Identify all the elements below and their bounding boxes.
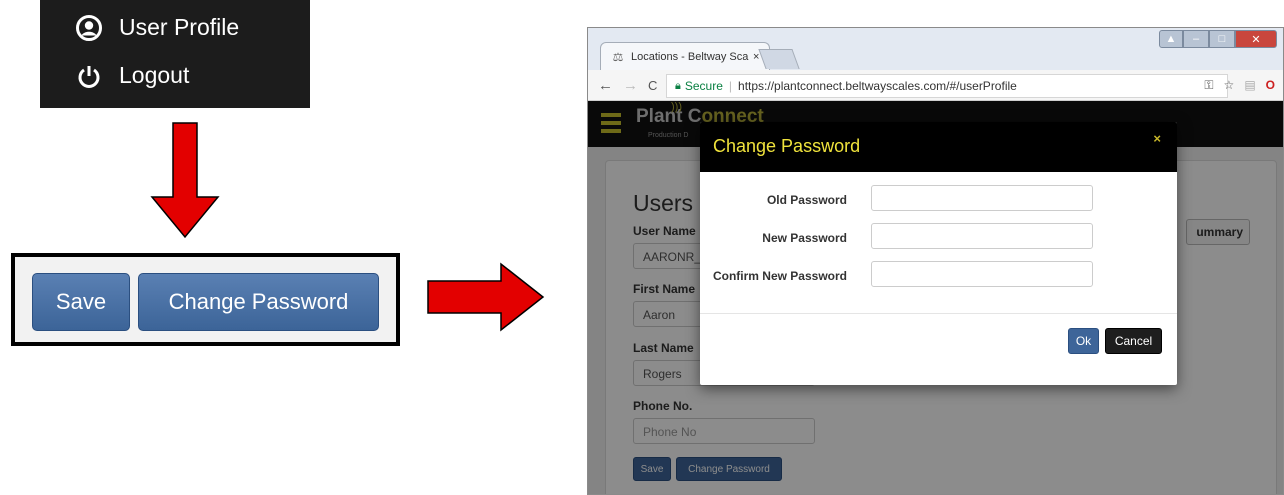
change-password-modal: Change Password × Old Password New Passw… <box>700 122 1177 385</box>
modal-divider <box>700 313 1177 314</box>
back-icon[interactable]: ← <box>598 77 613 94</box>
extension-icon[interactable]: ▤ <box>1244 78 1255 93</box>
maximize-icon[interactable]: □ <box>1209 30 1235 48</box>
browser-window: ⚖ Locations - Beltway Scale × ▲ ‒ □ ✕ ← … <box>587 27 1284 495</box>
key-icon[interactable]: ⚿ <box>1204 78 1213 93</box>
profile-icon[interactable]: ▲ <box>1159 30 1183 48</box>
window-controls: ▲ ‒ □ ✕ <box>1159 30 1277 48</box>
url-input[interactable]: 🔒︎ Secure | https://plantconnect.beltway… <box>666 74 1228 98</box>
user-profile-menu-item[interactable]: User Profile <box>76 14 239 41</box>
new-password-label: New Password <box>762 231 847 245</box>
star-icon[interactable]: ☆ <box>1224 78 1235 93</box>
user-circle-icon <box>76 14 102 41</box>
down-arrow-icon <box>150 122 220 239</box>
logout-label: Logout <box>119 62 190 88</box>
new-password-input[interactable] <box>871 223 1093 249</box>
confirm-password-label: Confirm New Password <box>712 269 847 283</box>
ok-button[interactable]: Ok <box>1068 328 1099 354</box>
modal-header: Change Password × <box>700 122 1177 172</box>
change-password-button[interactable]: Change Password <box>138 273 379 331</box>
modal-close-icon[interactable]: × <box>1153 131 1161 146</box>
save-button[interactable]: Save <box>32 273 130 331</box>
old-password-input[interactable] <box>871 185 1093 211</box>
user-profile-label: User Profile <box>119 14 240 40</box>
user-menu-crop: User Profile Logout <box>40 0 310 108</box>
address-bar: ← → C 🔒︎ Secure | https://plantconnect.b… <box>588 70 1283 101</box>
close-icon[interactable]: ✕ <box>1235 30 1277 48</box>
forward-icon[interactable]: → <box>623 77 638 94</box>
right-arrow-icon <box>427 262 545 332</box>
url-text: https://plantconnect.beltwayscales.com/#… <box>738 79 1017 93</box>
power-icon <box>76 63 102 89</box>
tab-close-icon[interactable]: × <box>753 51 759 63</box>
browser-titlebar: ⚖ Locations - Beltway Scale × ▲ ‒ □ ✕ <box>588 28 1283 70</box>
save-change-password-crop: Save Change Password <box>11 253 400 346</box>
tab-title: Locations - Beltway Scale <box>631 50 749 63</box>
opera-icon[interactable]: O <box>1266 78 1275 93</box>
old-password-label: Old Password <box>766 193 847 207</box>
modal-title: Change Password <box>713 136 861 156</box>
confirm-password-input[interactable] <box>871 261 1093 287</box>
logout-menu-item[interactable]: Logout <box>76 62 189 89</box>
new-tab-button[interactable] <box>758 49 800 69</box>
lock-icon: 🔒︎ <box>675 79 681 92</box>
minimize-icon[interactable]: ‒ <box>1183 30 1209 48</box>
secure-label: Secure <box>684 79 723 93</box>
browser-tab[interactable]: ⚖ Locations - Beltway Scale × <box>600 42 770 70</box>
reload-icon[interactable]: C <box>648 78 657 93</box>
url-separator: | <box>728 79 733 93</box>
address-bar-icons: ⚿ ☆ ▤ O <box>1204 78 1275 93</box>
favicon-icon: ⚖ <box>612 49 624 64</box>
cancel-button[interactable]: Cancel <box>1105 328 1162 354</box>
